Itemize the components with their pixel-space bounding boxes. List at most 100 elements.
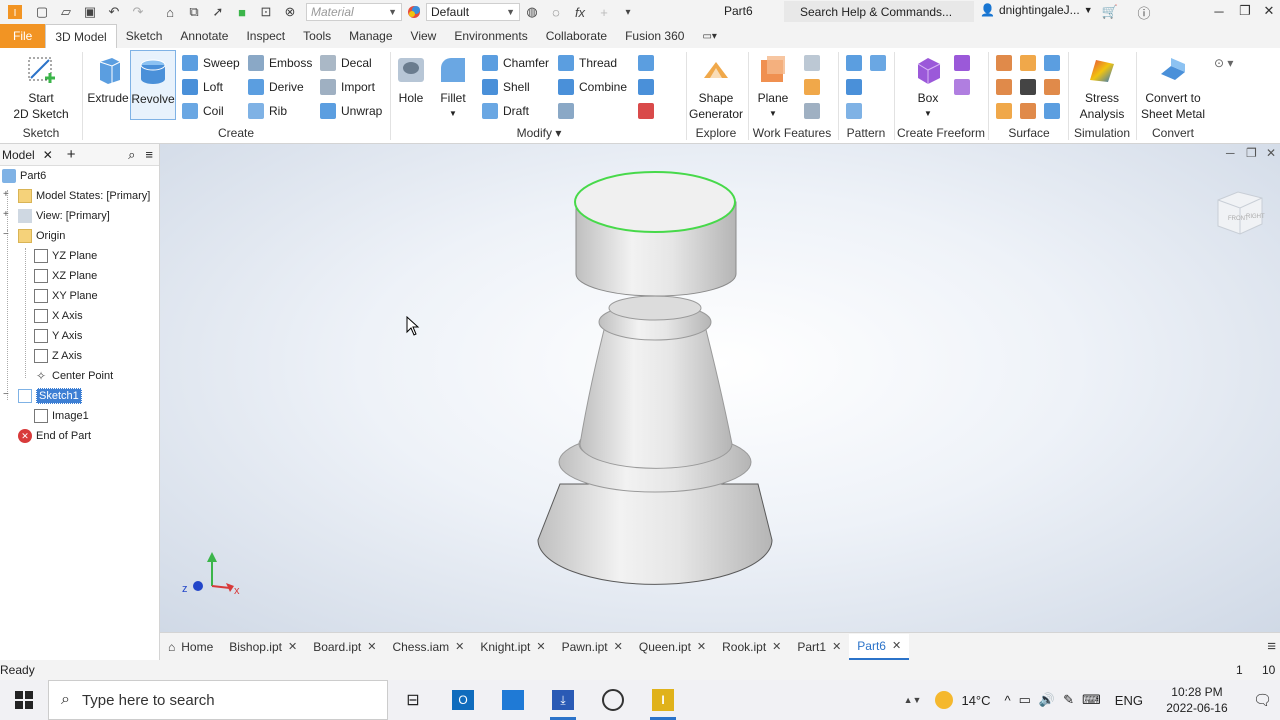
tree-node-part[interactable]: Part6 <box>2 167 46 185</box>
tab-manage[interactable]: Manage <box>340 24 401 48</box>
split-button[interactable] <box>638 54 654 72</box>
obs-button[interactable] <box>588 680 638 720</box>
tab-collaborate[interactable]: Collaborate <box>537 24 616 48</box>
inventor-button[interactable]: I <box>638 680 688 720</box>
shell-button[interactable]: Shell <box>482 78 530 96</box>
tab-3d-model[interactable]: 3D Model <box>45 24 117 48</box>
shape-generator-button[interactable]: Shape Generator <box>688 54 744 122</box>
expand-icon[interactable]: + <box>3 189 9 200</box>
tab-tools[interactable]: Tools <box>294 24 340 48</box>
unwrap-button[interactable]: Unwrap <box>320 102 382 120</box>
clock[interactable]: 10:28 PM 2022-06-16 <box>1157 684 1237 716</box>
collapse-icon[interactable]: − <box>3 389 9 400</box>
surface-patch-button[interactable] <box>1044 54 1060 72</box>
doc-tab[interactable]: Bishop.ipt ✕ <box>221 634 305 660</box>
language[interactable]: ENG <box>1115 693 1143 708</box>
start-2d-sketch-button[interactable]: Start 2D Sketch <box>8 54 74 122</box>
collapse-icon[interactable]: − <box>3 229 9 240</box>
home-icon[interactable]: ⌂ <box>158 1 182 23</box>
doc-tab-active[interactable]: Part6 ✕ <box>849 633 910 660</box>
convert-sheet-metal-button[interactable]: Convert to Sheet Metal <box>1140 54 1206 122</box>
surface-ruled-button[interactable] <box>996 102 1012 120</box>
box-button[interactable]: Box ▼ <box>906 54 950 122</box>
modify-extra-button[interactable] <box>558 102 574 120</box>
doc-tab[interactable]: Knight.ipt ✕ <box>472 634 553 660</box>
undo-icon[interactable]: ↶ <box>102 1 126 23</box>
tree-node-sketch[interactable]: Sketch1 <box>18 387 82 405</box>
appearance-dropdown[interactable]: Default ▼ <box>426 3 520 21</box>
tree-node-origin[interactable]: Origin <box>18 227 65 245</box>
close-icon[interactable]: ✕ <box>367 640 376 653</box>
clear-icon[interactable]: ◌ <box>544 1 568 23</box>
notification-icon[interactable]: 🗨 <box>1253 691 1272 709</box>
close-icon[interactable]: ✕ <box>288 640 297 653</box>
keyboard-icon[interactable]: ⌨ <box>1082 692 1101 708</box>
emboss-button[interactable]: Emboss <box>248 54 312 72</box>
battery-icon[interactable]: ▭ <box>1019 692 1031 708</box>
tree-node-center-point[interactable]: ✧ Center Point <box>34 367 113 385</box>
tab-sketch[interactable]: Sketch <box>117 24 172 48</box>
add-tab-icon[interactable]: + <box>67 146 76 163</box>
help-icon[interactable]: ⓘ <box>1132 1 1156 23</box>
appearance-icon[interactable] <box>402 1 426 23</box>
redo-icon[interactable]: ↷ <box>126 1 150 23</box>
chevron-up-icon[interactable]: ^ <box>1005 693 1011 708</box>
stress-analysis-button[interactable]: Stress Analysis <box>1072 54 1132 122</box>
weather-icon[interactable] <box>935 691 954 709</box>
axis-button[interactable] <box>804 54 820 72</box>
search-commands-input[interactable]: Search Help & Commands... <box>784 1 974 22</box>
rib-button[interactable]: Rib <box>248 102 287 120</box>
open-icon[interactable]: ▱ <box>54 1 78 23</box>
tree-node-model-states[interactable]: Model States: [Primary] <box>18 187 150 205</box>
close-icon[interactable]: ✕ <box>43 148 53 162</box>
surface-sculpt-button[interactable] <box>996 78 1012 96</box>
material-dropdown[interactable]: Material ▼ <box>306 3 402 21</box>
measure-icon[interactable]: ⊡ <box>254 1 278 23</box>
download-app-button[interactable]: ⤓ <box>538 680 588 720</box>
doc-tab[interactable]: Pawn.ipt ✕ <box>554 634 631 660</box>
loft-button[interactable]: Loft <box>182 78 223 96</box>
tray-scroll-icon[interactable]: ▲▼ <box>904 695 922 705</box>
tree-node-view[interactable]: View: [Primary] <box>18 207 110 225</box>
freeform-face-button[interactable] <box>954 54 970 72</box>
doc-tab[interactable]: Board.ipt ✕ <box>305 634 384 660</box>
expand-icon[interactable]: + <box>3 209 9 220</box>
tab-environments[interactable]: Environments <box>445 24 536 48</box>
delete-face-button[interactable] <box>638 102 654 120</box>
tab-fusion-360[interactable]: Fusion 360 <box>616 24 693 48</box>
tree-node-yz-plane[interactable]: YZ Plane <box>34 247 97 265</box>
volume-icon[interactable]: 🔊 <box>1039 692 1055 708</box>
tree-node-y-axis[interactable]: Y Axis <box>34 327 82 345</box>
coil-button[interactable]: Coil <box>182 102 224 120</box>
tab-annotate[interactable]: Annotate <box>171 24 237 48</box>
app-menu-icon[interactable]: I <box>0 1 30 23</box>
clear-appearance-icon[interactable]: ⊗ <box>278 1 302 23</box>
cart-icon[interactable]: 🛒 <box>1098 1 1122 23</box>
derive-button[interactable]: Derive <box>248 78 304 96</box>
tree-node-z-axis[interactable]: Z Axis <box>34 347 82 365</box>
close-icon[interactable]: ✕ <box>614 640 623 653</box>
thread-button[interactable]: Thread <box>558 54 617 72</box>
panel-visibility-icon[interactable]: ▭▾ <box>693 24 725 48</box>
new-icon[interactable]: ▢ <box>30 1 54 23</box>
surface-replace-button[interactable] <box>1020 102 1036 120</box>
photos-button[interactable] <box>488 680 538 720</box>
user-account[interactable]: 👤 dnightingaleJ... ▼ <box>980 3 1093 17</box>
draft-button[interactable]: Draft <box>482 102 529 120</box>
minimize-icon[interactable]: ─ <box>1206 1 1232 21</box>
restore-icon[interactable]: ❐ <box>1232 1 1258 21</box>
sweep-button[interactable]: Sweep <box>182 54 240 72</box>
rectangular-pattern-button[interactable] <box>846 54 862 72</box>
save-icon[interactable]: ▣ <box>78 1 102 23</box>
extrude-button[interactable]: Extrude <box>86 54 130 106</box>
ucs-button[interactable] <box>804 102 820 120</box>
tree-node-xy-plane[interactable]: XY Plane <box>34 287 98 305</box>
top-face-selected[interactable] <box>574 171 736 233</box>
doc-tab[interactable]: Rook.ipt ✕ <box>714 634 789 660</box>
hole-button[interactable]: Hole <box>394 54 428 106</box>
mirror-button[interactable] <box>870 54 886 72</box>
doc-tab[interactable]: Part1 ✕ <box>789 634 849 660</box>
pen-icon[interactable]: ✎ <box>1063 692 1074 708</box>
surface-extend-button[interactable] <box>1044 78 1060 96</box>
browser-tab-model[interactable]: Model <box>0 148 35 162</box>
